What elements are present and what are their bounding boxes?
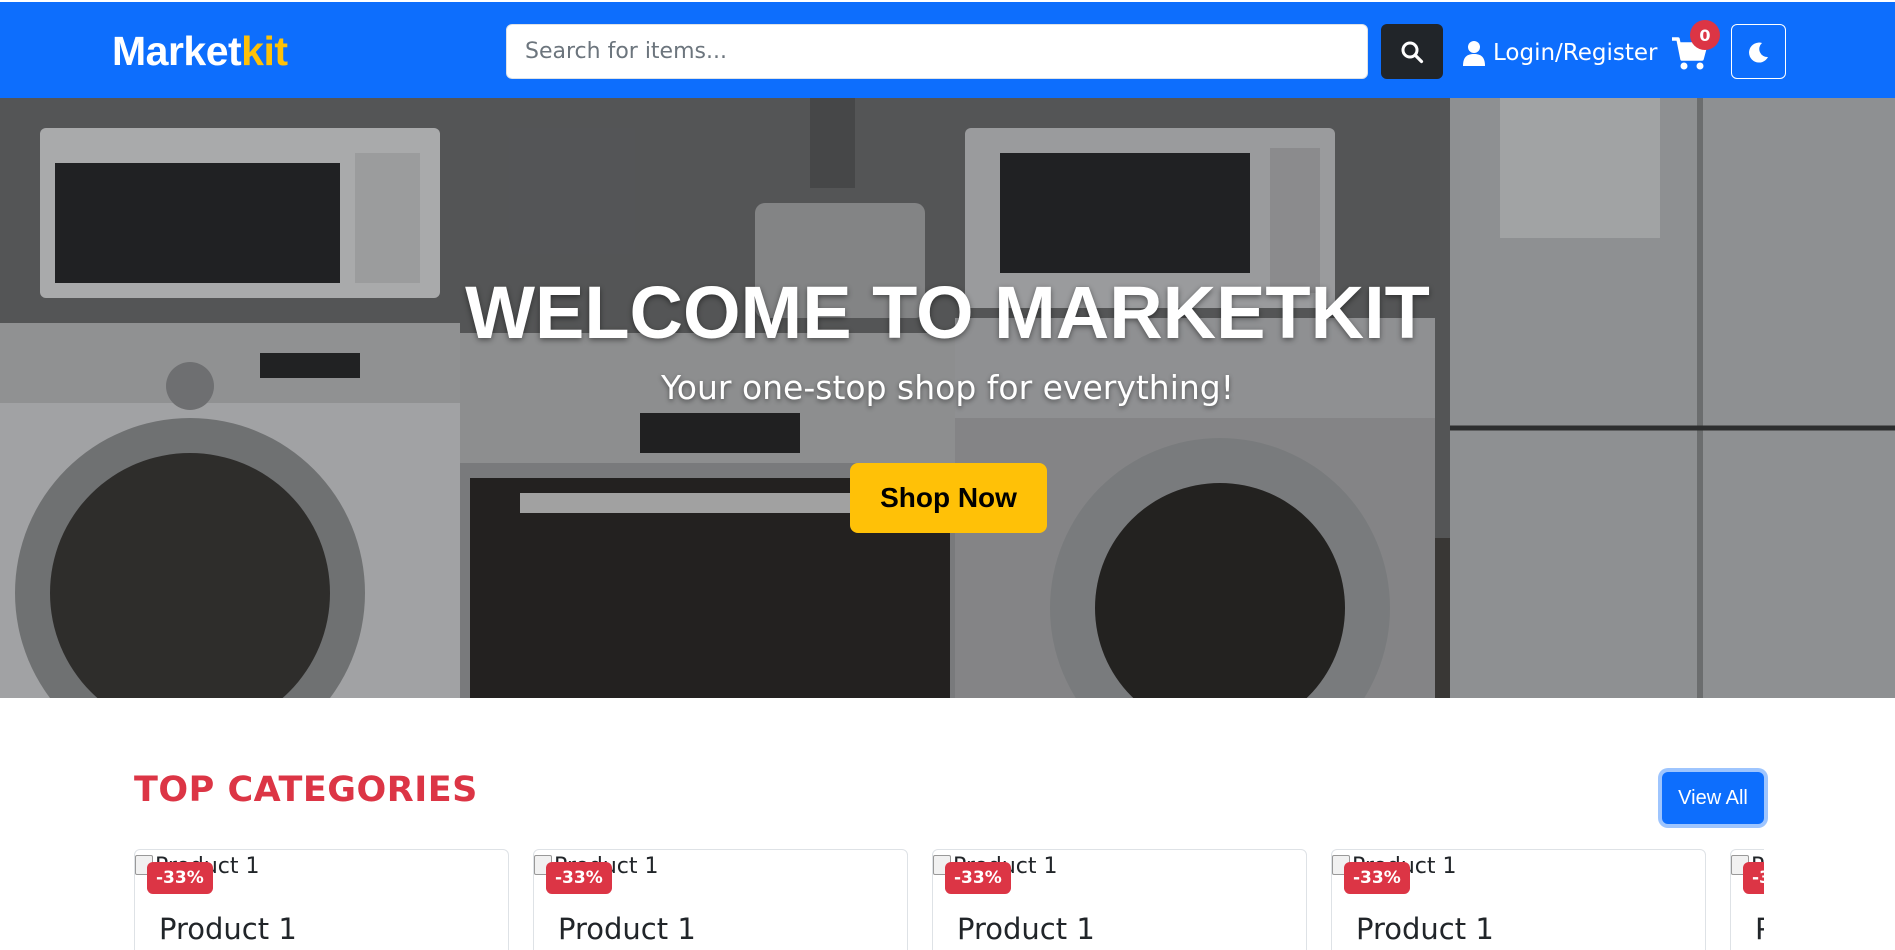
hero-subtitle: Your one-stop shop for everything! [661, 368, 1234, 407]
product-card[interactable]: Product 1 -33% Product 1 [932, 849, 1307, 950]
login-register-label: Login/Register [1493, 40, 1658, 66]
top-categories-heading: TOP CATEGORIES [134, 770, 478, 810]
product-name[interactable]: Product 1 [558, 912, 696, 946]
discount-badge: -33% [147, 862, 213, 894]
logo-text-accent: kit [241, 28, 288, 74]
search-icon [1401, 41, 1424, 63]
cart-count-badge: 0 [1690, 20, 1720, 50]
logo-text-main: Market [112, 28, 242, 74]
discount-badge: -33% [945, 862, 1011, 894]
product-name[interactable]: Product 1 [159, 912, 297, 946]
product-card[interactable]: Product 1 -33% Product 1 [1730, 849, 1764, 950]
shop-now-button[interactable]: Shop Now [850, 463, 1047, 533]
moon-icon [1748, 42, 1768, 63]
discount-badge: -33% [1743, 862, 1764, 894]
brand-logo[interactable]: Marketkit [112, 28, 288, 75]
product-name[interactable]: Product 1 [957, 912, 1095, 946]
product-card[interactable]: Product 1 -33% Product 1 [533, 849, 908, 950]
search-button[interactable] [1381, 24, 1443, 79]
product-card[interactable]: Product 1 -33% Product 1 [1331, 849, 1706, 950]
product-name[interactable]: Product 1 [1755, 912, 1764, 946]
theme-toggle-button[interactable] [1731, 24, 1786, 79]
product-card[interactable]: Product 1 -33% Product 1 [134, 849, 509, 950]
navbar: Marketkit Login/Register 0 [0, 2, 1895, 98]
hero-banner: WELCOME TO MARKETKIT Your one-stop shop … [0, 98, 1895, 698]
view-all-button[interactable]: View All [1662, 772, 1764, 824]
product-carousel: Product 1 -33% Product 1 Product 1 -33% … [134, 849, 1764, 950]
search-input[interactable] [506, 24, 1368, 79]
user-icon [1463, 41, 1485, 66]
discount-badge: -33% [546, 862, 612, 894]
product-name[interactable]: Product 1 [1356, 912, 1494, 946]
discount-badge: -33% [1344, 862, 1410, 894]
login-register-link[interactable]: Login/Register [1463, 35, 1658, 71]
hero-title: WELCOME TO MARKETKIT [465, 271, 1430, 354]
